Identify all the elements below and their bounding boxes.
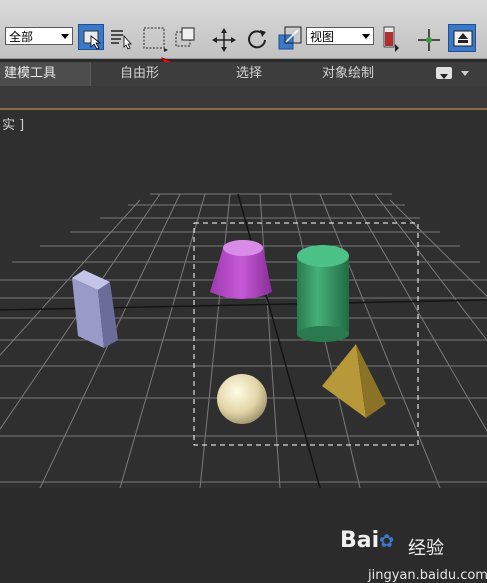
paw-icon: ✿ bbox=[379, 531, 395, 552]
rectangle-selection-icon bbox=[143, 27, 168, 52]
tab-freeform[interactable]: 自由形 bbox=[120, 62, 159, 86]
selection-filter-value: 全部 bbox=[9, 30, 34, 44]
tab-modeling-tools[interactable]: 建模工具 bbox=[0, 62, 91, 86]
select-object-icon bbox=[83, 30, 102, 50]
tab-label: 建模工具 bbox=[4, 66, 57, 81]
watermark-suffix: 经验 bbox=[408, 538, 444, 559]
cone-object bbox=[210, 240, 272, 299]
tab-label: 对象绘制 bbox=[322, 66, 375, 81]
manipulate-icon bbox=[418, 29, 440, 51]
viewport-scene bbox=[0, 193, 487, 488]
box-object bbox=[72, 270, 118, 348]
pivot-center-icon bbox=[383, 26, 399, 52]
rectangular-selection-region-button[interactable] bbox=[142, 26, 168, 52]
home-grid bbox=[0, 193, 487, 488]
perspective-viewport[interactable]: 实 ] Bai✿ 经验 jingyan.baidu.com bbox=[0, 110, 487, 583]
main-toolbar: 全部 视图 bbox=[0, 0, 487, 95]
reference-coordinate-value: 视图 bbox=[310, 30, 335, 44]
watermark-brand: Bai✿ bbox=[340, 528, 394, 553]
select-by-name-button[interactable] bbox=[108, 24, 134, 50]
ribbon-tab-bar: 建模工具 自由形 选择 对象绘制 bbox=[0, 62, 487, 86]
select-and-move-button[interactable] bbox=[211, 27, 237, 53]
select-and-scale-button[interactable] bbox=[277, 25, 303, 51]
select-object-button[interactable] bbox=[78, 24, 104, 50]
selection-filter-dropdown[interactable]: 全部 bbox=[5, 27, 73, 45]
select-and-rotate-button[interactable] bbox=[244, 27, 270, 53]
ribbon-minimize-button[interactable] bbox=[436, 67, 452, 79]
watermark-url: jingyan.baidu.com bbox=[368, 568, 487, 583]
ribbon-panel-area bbox=[0, 86, 487, 108]
manipulate-button[interactable] bbox=[416, 27, 442, 53]
tab-label: 自由形 bbox=[120, 66, 160, 81]
tab-selection[interactable]: 选择 bbox=[236, 62, 262, 86]
chevron-down-icon bbox=[362, 34, 370, 39]
chevron-down-icon bbox=[440, 74, 448, 79]
pyramid-object bbox=[322, 344, 386, 418]
watermark-brand-text: Bai bbox=[340, 528, 380, 553]
reference-coordinate-dropdown[interactable]: 视图 bbox=[306, 27, 374, 45]
keyboard-shortcut-override-button[interactable] bbox=[448, 24, 476, 52]
tab-label: 选择 bbox=[236, 66, 263, 81]
cylinder-object bbox=[297, 245, 349, 342]
move-icon bbox=[212, 28, 236, 52]
rotate-icon bbox=[248, 30, 266, 49]
keyboard-shortcut-icon bbox=[453, 30, 473, 47]
pivot-point-button[interactable] bbox=[379, 24, 405, 52]
scale-icon bbox=[278, 26, 302, 50]
sphere-object bbox=[217, 374, 267, 424]
chevron-down-icon bbox=[61, 34, 69, 39]
window-crossing-button[interactable] bbox=[173, 26, 199, 52]
tab-object-paint[interactable]: 对象绘制 bbox=[322, 62, 374, 86]
dropdown-arrow-icon[interactable] bbox=[460, 70, 470, 78]
select-by-name-icon bbox=[111, 30, 132, 50]
window-crossing-icon bbox=[175, 27, 195, 47]
